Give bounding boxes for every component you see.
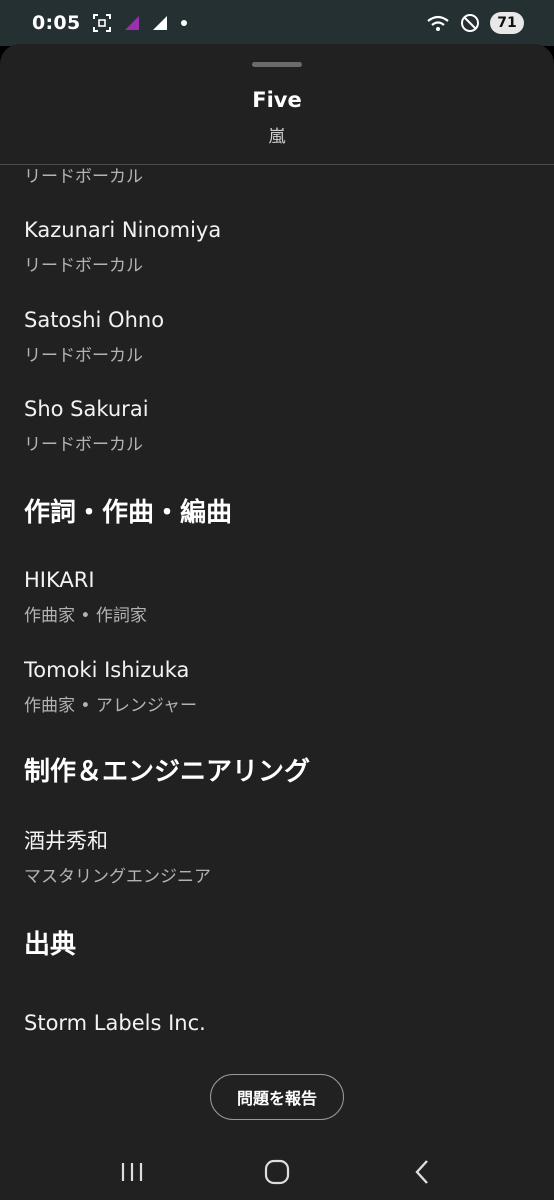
credit-name: Storm Labels Inc. [24, 1011, 206, 1035]
song-title: Five [252, 88, 302, 112]
recent-apps-button[interactable] [102, 1152, 162, 1192]
credit-role: リードボーカル [24, 346, 143, 366]
credit-name: Sho Sakurai [24, 397, 149, 421]
credits-list[interactable]: リードボーカル Kazunari Ninomiya リードボーカル Satosh… [24, 165, 534, 1080]
battery-icon: 71 [490, 12, 524, 34]
credit-name: Kazunari Ninomiya [24, 218, 222, 242]
credit-item[interactable]: HIKARI 作曲家 • 作詞家 [24, 566, 147, 628]
credit-role: リードボーカル [24, 435, 143, 455]
report-problem-button[interactable]: 問題を報告 [210, 1074, 344, 1120]
do-not-disturb-icon [460, 13, 480, 33]
drag-handle[interactable] [252, 62, 302, 67]
signal-white-icon [152, 15, 168, 31]
back-icon [415, 1160, 428, 1184]
credit-role: 作曲家 • アレンジャー [24, 696, 197, 716]
section-heading-production: 制作＆エンジニアリング [24, 757, 311, 787]
clock: 0:05 [32, 12, 81, 34]
credit-item[interactable]: Tomoki Ishizuka 作曲家 • アレンジャー [24, 656, 197, 718]
credit-name: HIKARI [24, 568, 95, 592]
credit-item[interactable]: Kazunari Ninomiya リードボーカル [24, 216, 221, 278]
navigation-bar [0, 1144, 554, 1200]
home-icon [264, 1159, 290, 1185]
credit-name: 酒井秀和 [24, 829, 108, 853]
credit-item[interactable]: 酒井秀和 マスタリングエンジニア [24, 827, 211, 889]
credit-role: 作曲家 • 作詞家 [24, 606, 147, 626]
screenshot-icon [92, 13, 112, 33]
credit-role: マスタリングエンジニア [24, 867, 211, 887]
credit-name: Tomoki Ishizuka [24, 658, 190, 682]
home-button[interactable] [247, 1152, 307, 1192]
credit-role: リードボーカル [24, 256, 143, 276]
signal-purple-icon [124, 15, 140, 31]
credit-name: Satoshi Ohno [24, 308, 165, 332]
recent-apps-icon [122, 1163, 143, 1181]
partial-credit-role: リードボーカル [24, 167, 143, 187]
dot-icon [180, 19, 188, 27]
status-bar: 0:05 71 [0, 0, 554, 46]
credit-item[interactable]: Satoshi Ohno リードボーカル [24, 306, 164, 368]
section-heading-source: 出典 [24, 930, 77, 960]
back-button[interactable] [392, 1152, 452, 1192]
wifi-icon [426, 13, 450, 33]
credit-item[interactable]: Sho Sakurai リードボーカル [24, 395, 149, 457]
section-heading-writing: 作詞・作曲・編曲 [24, 498, 233, 528]
artist-name: 嵐 [268, 127, 286, 147]
credit-item[interactable]: Storm Labels Inc. [24, 1009, 206, 1037]
credits-sheet: Five 嵐 リードボーカル Kazunari Ninomiya リードボーカル… [0, 44, 554, 1144]
